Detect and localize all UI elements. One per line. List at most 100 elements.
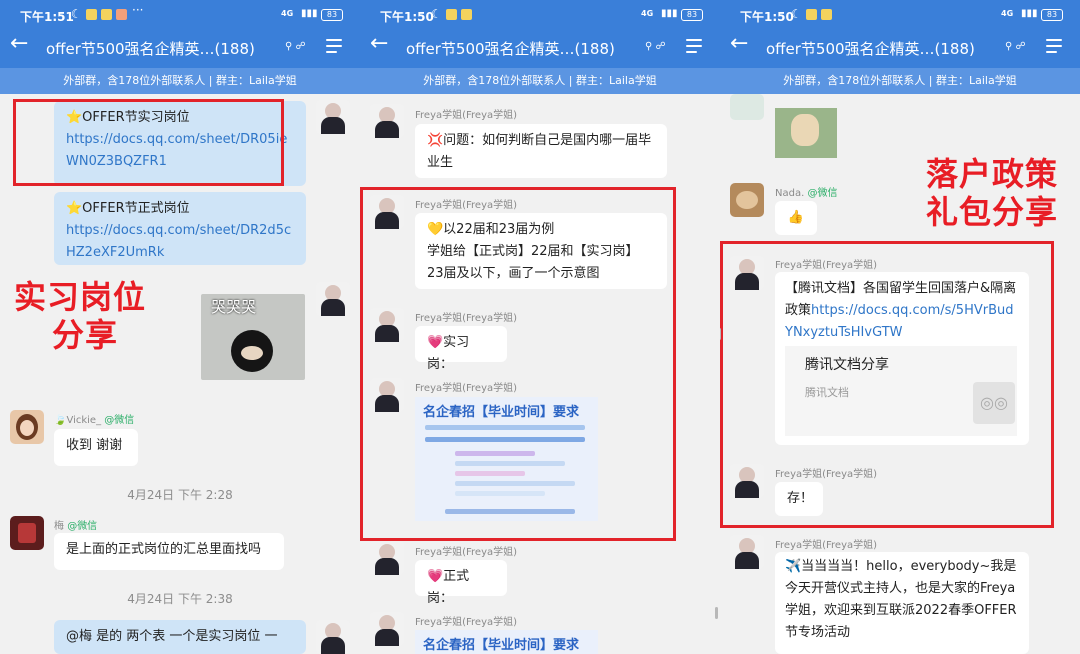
sticker-text: 哭哭哭 bbox=[211, 298, 257, 316]
doc-share-card[interactable]: 腾讯文档分享 腾讯文档 ◎◎ bbox=[785, 346, 1017, 436]
avatar[interactable] bbox=[10, 516, 44, 550]
avatar[interactable] bbox=[316, 100, 350, 134]
timestamp: 4月24日 下午 2:38 bbox=[127, 592, 233, 606]
avatar[interactable] bbox=[370, 612, 404, 646]
chat-header: 下午1:51 ☾ ··· 4G ▮▮▮ 83 ← offer节500强名企精英…… bbox=[0, 0, 360, 94]
sender-name: Freya学姐(Freya学姐) bbox=[415, 383, 518, 394]
avatar[interactable] bbox=[370, 104, 404, 138]
highlight-box bbox=[13, 99, 284, 186]
status-time: 下午1:50 bbox=[380, 10, 434, 24]
scrollbar[interactable] bbox=[715, 607, 718, 619]
message-bubble[interactable]: 💢问题：如何判断自己是国内哪一届毕业生 bbox=[415, 124, 667, 178]
message-bubble[interactable]: 收到 谢谢 bbox=[54, 429, 138, 466]
avatar[interactable] bbox=[370, 378, 404, 412]
chat-screen-2: 下午1:50 ☾ 4G ▮▮▮ 83 ← offer节500强名企精英…(188… bbox=[360, 0, 720, 654]
promo-caption: 礼包分享 bbox=[926, 193, 1059, 231]
wifi-icon: ▮▮▮ bbox=[1021, 8, 1038, 19]
group-info[interactable]: 外部群，含178位外部联系人 | 群主：Laila学姐 bbox=[360, 68, 720, 94]
avatar[interactable] bbox=[316, 282, 350, 316]
timestamp: 4月24日 下午 2:28 bbox=[127, 488, 233, 502]
message-bubble[interactable]: 💛以22届和23届为例 学姐给【正式岗】22届和【实习岗】23届及以下，画了一个… bbox=[415, 213, 667, 289]
chat-title[interactable]: offer节500强名企精英…(188) bbox=[46, 38, 255, 59]
moon-icon: ☾ bbox=[791, 7, 802, 21]
avatar[interactable] bbox=[730, 535, 764, 569]
avatar[interactable] bbox=[370, 308, 404, 342]
status-bar: 下午1:51 ☾ ··· 4G ▮▮▮ 83 bbox=[0, 0, 360, 30]
arrow-left-icon[interactable]: ← bbox=[10, 32, 28, 56]
arrow-left-icon[interactable]: ← bbox=[730, 32, 748, 56]
notification-icon bbox=[86, 9, 97, 20]
sender-name: 梅 @微信 bbox=[54, 521, 98, 532]
avatar[interactable] bbox=[370, 541, 404, 575]
thumbs-up-icon[interactable]: 👍 bbox=[775, 201, 817, 235]
message-bubble[interactable]: @梅 是的 两个表 一个是实习岗位 一 bbox=[54, 620, 306, 654]
status-bar: 下午1:50 ☾ 4G ▮▮▮ 83 bbox=[360, 0, 720, 30]
message-bubble[interactable]: 是上面的正式岗位的汇总里面找吗 bbox=[54, 533, 284, 570]
wifi-icon: ▮▮▮ bbox=[661, 8, 678, 19]
avatar[interactable] bbox=[370, 195, 404, 229]
doc-link[interactable]: https://docs.qq.com/sheet/DR2d5cHZ2eXF2U… bbox=[66, 220, 294, 264]
avatar[interactable] bbox=[730, 183, 764, 217]
signal-icon: 4G bbox=[281, 9, 294, 18]
signal-icon: 4G bbox=[641, 9, 654, 18]
chat-header: 下午1:50 ☾ 4G ▮▮▮ 83 ← offer节500强名企精英…(188… bbox=[360, 0, 720, 94]
avatar[interactable] bbox=[730, 256, 764, 290]
signal-icon: 4G bbox=[1001, 9, 1014, 18]
moon-icon: ☾ bbox=[71, 7, 82, 21]
sender-name: Freya学姐(Freya学姐) bbox=[415, 200, 518, 211]
menu-icon[interactable] bbox=[326, 38, 344, 54]
promo-caption: 分享 bbox=[52, 316, 119, 354]
chat-title[interactable]: offer节500强名企精英…(188) bbox=[766, 38, 975, 59]
notification-icon bbox=[461, 9, 472, 20]
chat-screen-1: 下午1:51 ☾ ··· 4G ▮▮▮ 83 ← offer节500强名企精英…… bbox=[0, 0, 360, 654]
menu-icon[interactable] bbox=[686, 38, 704, 54]
sender-name: Freya学姐(Freya学姐) bbox=[415, 313, 518, 324]
timeline-chart-image[interactable]: 名企春招【毕业时间】要求 bbox=[415, 630, 598, 654]
image-title: 名企春招【毕业时间】要求 bbox=[423, 405, 580, 420]
chat-title[interactable]: offer节500强名企精英…(188) bbox=[406, 38, 615, 59]
wifi-icon: ▮▮▮ bbox=[301, 8, 318, 19]
card-source: 腾讯文档 bbox=[805, 386, 849, 399]
battery-icon: 83 bbox=[1041, 9, 1063, 21]
message-bubble[interactable]: 💗正式岗： bbox=[415, 560, 507, 606]
message-bubble[interactable]: ✈️当当当当！hello，everybody~我是今天开营仪式主持人，也是大家的… bbox=[775, 552, 1029, 654]
notification-icon bbox=[806, 9, 817, 20]
doc-link[interactable]: https://docs.qq.com/s/5HVrBudYNxyztuTsHI… bbox=[785, 303, 1014, 340]
tencent-docs-icon: ◎◎ bbox=[973, 382, 1015, 424]
message-bubble[interactable]: 存！ bbox=[775, 482, 823, 516]
sender-name: Nada. @微信 bbox=[775, 188, 838, 199]
notification-icon bbox=[116, 9, 127, 20]
image-title: 名企春招【毕业时间】要求 bbox=[423, 638, 580, 653]
sender-name: Freya学姐(Freya学姐) bbox=[415, 110, 518, 121]
leaf-icon: 🍃 bbox=[54, 415, 67, 426]
sticker-image[interactable] bbox=[775, 108, 837, 158]
group-info[interactable]: 外部群，含178位外部联系人 | 群主：Laila学姐 bbox=[720, 68, 1080, 94]
chat-header: 下午1:50 ☾ 4G ▮▮▮ 83 ← offer节500强名企精英…(188… bbox=[720, 0, 1080, 94]
sticker-image[interactable]: 哭哭哭 bbox=[201, 294, 305, 380]
notification-icon bbox=[446, 9, 457, 20]
message-bubble[interactable]: 💗实习岗： bbox=[415, 326, 507, 372]
avatar[interactable] bbox=[10, 410, 44, 444]
sender-name: Freya学姐(Freya学姐) bbox=[775, 260, 878, 271]
message-bubble[interactable]: 【腾讯文档】各国留学生回国落户&隔离政策https://docs.qq.com/… bbox=[775, 272, 1029, 445]
timeline-chart-image[interactable]: 名企春招【毕业时间】要求 bbox=[415, 397, 598, 521]
message-bubble[interactable]: ⭐OFFER节正式岗位 https://docs.qq.com/sheet/DR… bbox=[54, 192, 306, 265]
avatar[interactable] bbox=[730, 94, 764, 120]
battery-icon: 83 bbox=[681, 9, 703, 21]
sender-name: Freya学姐(Freya学姐) bbox=[775, 469, 878, 480]
message-title: ⭐OFFER节正式岗位 bbox=[66, 201, 190, 216]
chat-screen-3: 下午1:50 ☾ 4G ▮▮▮ 83 ← offer节500强名企精英…(188… bbox=[720, 0, 1080, 654]
scrollbar[interactable] bbox=[720, 328, 721, 340]
sender-name: Freya学姐(Freya学姐) bbox=[775, 540, 878, 551]
moon-icon: ☾ bbox=[431, 7, 442, 21]
avatar[interactable] bbox=[316, 620, 350, 654]
group-info[interactable]: 外部群，含178位外部联系人 | 群主：Laila学姐 bbox=[0, 68, 360, 94]
battery-icon: 83 bbox=[321, 9, 343, 21]
notification-icon bbox=[101, 9, 112, 20]
menu-icon[interactable] bbox=[1046, 38, 1064, 54]
sender-name: Freya学姐(Freya学姐) bbox=[415, 617, 518, 628]
arrow-left-icon[interactable]: ← bbox=[370, 32, 388, 56]
avatar[interactable] bbox=[730, 464, 764, 498]
sender-name: 🍃Vickie_ @微信 bbox=[54, 415, 135, 426]
mute-icon: ⚲ ☍ bbox=[285, 41, 306, 52]
